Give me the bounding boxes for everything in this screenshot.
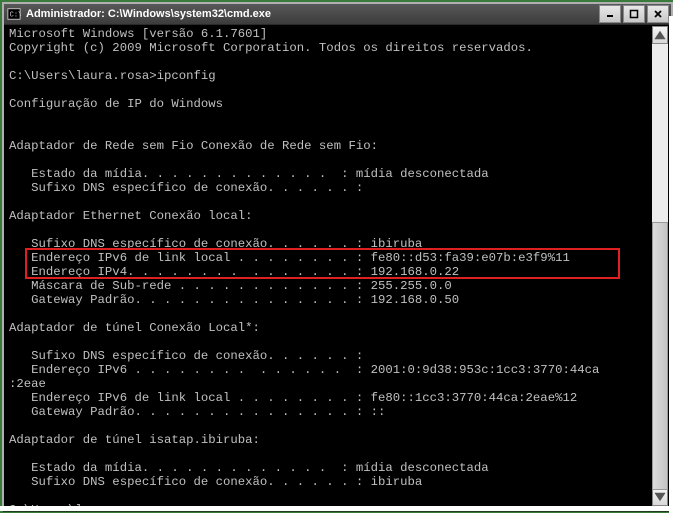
scroll-track[interactable] (652, 44, 668, 488)
vertical-scrollbar[interactable] (652, 26, 668, 506)
titlebar[interactable]: C:\ Administrador: C:\Windows\system32\c… (4, 4, 671, 25)
maximize-button[interactable] (623, 5, 645, 23)
window-title: Administrador: C:\Windows\system32\cmd.e… (26, 8, 599, 20)
scroll-down-button[interactable] (652, 488, 668, 506)
cmd-window: C:\ Administrador: C:\Windows\system32\c… (2, 2, 673, 511)
scroll-up-button[interactable] (652, 26, 668, 44)
right-edge-panel (669, 16, 673, 513)
close-button[interactable] (647, 5, 669, 23)
svg-text:C:\: C:\ (10, 12, 21, 20)
scroll-thumb[interactable] (652, 222, 668, 490)
window-buttons (599, 5, 669, 23)
bottom-edge-panel (0, 506, 673, 511)
cmd-icon: C:\ (6, 6, 22, 22)
terminal-output[interactable]: Microsoft Windows [versão 6.1.7601] Copy… (7, 26, 651, 506)
minimize-button[interactable] (599, 5, 621, 23)
